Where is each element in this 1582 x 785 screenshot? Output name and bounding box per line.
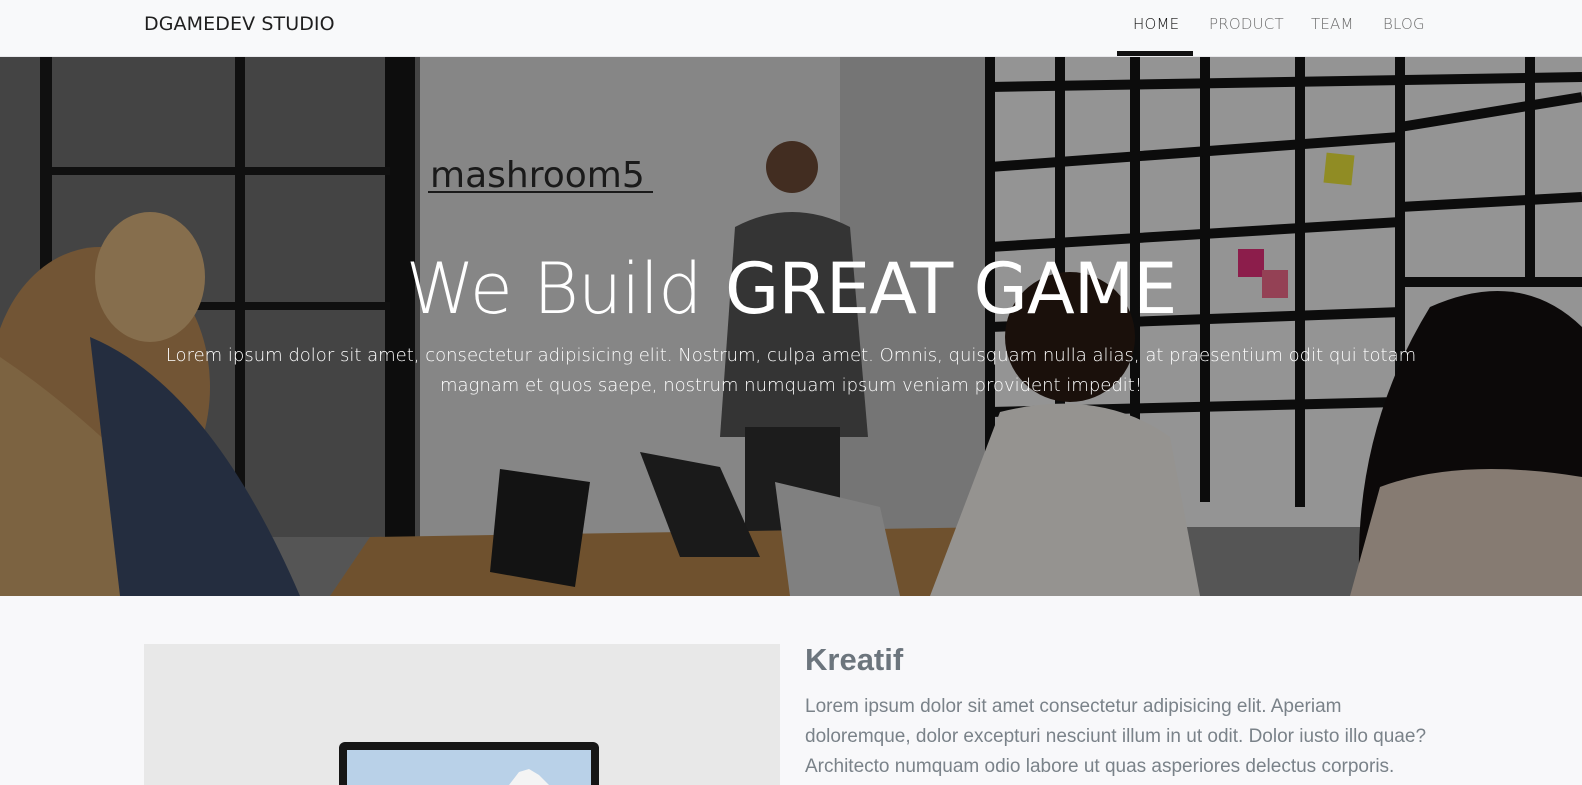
brand-logo[interactable]: DGAMEDEV STUDIO	[144, 13, 335, 35]
hero-title-bold: GREAT GAME	[725, 248, 1177, 330]
nav-link-product[interactable]: PRODUCT	[1209, 15, 1284, 33]
hero-section: mashroom5 We Build GREAT GAME Lorem ipsu…	[0, 57, 1582, 596]
feature-description: Lorem ipsum dolor sit amet consectetur a…	[805, 696, 1427, 777]
navbar: DGAMEDEV STUDIO HOME PRODUCT TEAM BLOG	[0, 0, 1582, 57]
nav-link-blog[interactable]: BLOG	[1383, 15, 1425, 33]
active-nav-indicator	[1117, 51, 1193, 56]
hero-title: We Build GREAT GAME	[0, 247, 1582, 331]
hero-lead-text: Lorem ipsum dolor sit amet, consectetur …	[165, 345, 1417, 396]
laptop-illustration	[144, 644, 780, 785]
nav-link-home[interactable]: HOME	[1133, 15, 1179, 33]
feature-image	[144, 644, 780, 785]
feature-title: Kreatif	[805, 642, 904, 677]
hero-title-light: We Build	[405, 248, 703, 330]
nav-link-team[interactable]: TEAM	[1311, 15, 1354, 33]
